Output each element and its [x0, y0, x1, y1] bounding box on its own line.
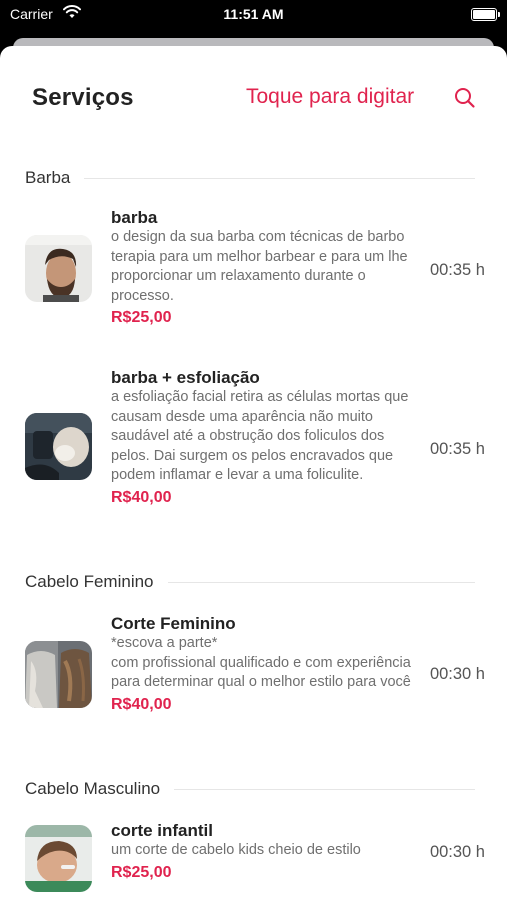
service-description: o design da sua barba com técnicas de ba… [111, 229, 408, 304]
divider [174, 788, 475, 790]
service-description: a esfoliação facial retira as células mo… [111, 389, 409, 483]
section-title: Barba [25, 168, 71, 187]
page-title: Serviços [32, 84, 134, 111]
battery-icon [471, 8, 500, 21]
service-thumbnail [25, 641, 92, 708]
clock: 11:51 AM [223, 6, 284, 22]
service-price: R$40,00 [111, 488, 172, 506]
service-name: barba [111, 208, 158, 227]
service-info: barba o design da sua barba com técnicas… [111, 207, 411, 328]
service-info: Corte Feminino *escova a parte* com prof… [111, 613, 411, 715]
service-thumbnail [25, 235, 92, 302]
section-title: Cabelo Feminino [25, 572, 154, 591]
service-duration: 00:35 h [429, 440, 485, 458]
service-duration: 00:30 h [429, 843, 485, 861]
service-item-barba-esfoliacao[interactable]: barba + esfoliação a esfoliação facial r… [25, 367, 485, 532]
service-item-barba[interactable]: barba o design da sua barba com técnicas… [25, 207, 485, 332]
section-title: Cabelo Masculino [25, 779, 161, 798]
service-info: barba + esfoliação a esfoliação facial r… [111, 367, 411, 508]
service-item-corte-infantil[interactable]: corte infantil um corte de cabelo kids c… [25, 820, 485, 900]
service-info: corte infantil um corte de cabelo kids c… [111, 820, 411, 883]
service-name: corte infantil [111, 821, 214, 840]
divider [167, 581, 475, 583]
section-header-cabelo-feminino: Cabelo Feminino [25, 572, 475, 592]
status-bar: Carrier 11:51 AM [0, 0, 507, 30]
service-price: R$25,00 [111, 309, 172, 326]
service-item-corte-feminino[interactable]: Corte Feminino *escova a parte* com prof… [25, 613, 485, 738]
service-duration: 00:30 h [429, 665, 485, 683]
service-thumbnail [25, 413, 92, 480]
section-header-cabelo-masculino: Cabelo Masculino [25, 779, 475, 799]
search-input[interactable]: Toque para digitar [246, 85, 414, 109]
section-header-barba: Barba [25, 168, 475, 188]
service-price: R$40,00 [111, 695, 172, 713]
divider [84, 177, 475, 179]
service-duration: 00:35 h [429, 261, 485, 279]
service-price: R$25,00 [111, 863, 172, 881]
service-thumbnail [25, 825, 92, 892]
service-name: barba + esfoliação [111, 368, 260, 387]
service-description: um corte de cabelo kids cheio de estilo [111, 842, 361, 858]
search-icon[interactable] [454, 87, 476, 114]
service-description: *escova a parte* com profissional qualif… [111, 635, 411, 690]
service-name: Corte Feminino [111, 614, 236, 633]
